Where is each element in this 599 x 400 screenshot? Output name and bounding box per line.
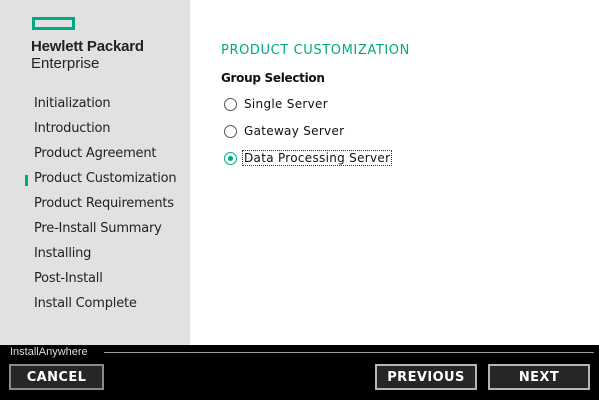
step-initialization: Initialization [34,96,111,111]
radio-gateway-server[interactable]: Gateway Server [224,123,345,139]
current-step-indicator [25,175,28,186]
step-post-install: Post-Install [34,271,103,286]
step-introduction: Introduction [34,121,111,136]
logo-text-line1: Hewlett Packard [31,38,144,55]
radio-button-selected-icon[interactable] [224,151,237,165]
step-install-complete: Install Complete [34,296,137,311]
radio-data-processing-server[interactable]: Data Processing Server [224,150,393,166]
radio-label[interactable]: Single Server [243,97,329,111]
footer-divider [104,352,594,353]
radio-single-server[interactable]: Single Server [224,96,329,112]
hpe-logo-mark [32,17,75,30]
step-product-agreement: Product Agreement [34,146,157,161]
step-product-requirements: Product Requirements [34,196,174,211]
cancel-button[interactable]: CANCEL [9,364,104,390]
step-installing: Installing [34,246,92,261]
radio-label[interactable]: Gateway Server [243,124,345,138]
group-selection-label: Group Selection [221,71,325,85]
next-button[interactable]: NEXT [488,364,590,390]
page-title: PRODUCT CUSTOMIZATION [221,43,410,58]
radio-button-icon[interactable] [224,97,237,111]
step-product-customization: Product Customization [34,171,177,186]
radio-label[interactable]: Data Processing Server [241,150,393,166]
installer-footer: InstallAnywhere CANCEL PREVIOUS NEXT [0,345,599,400]
logo-text-line2: Enterprise [31,55,100,72]
previous-button[interactable]: PREVIOUS [375,364,477,390]
step-pre-install-summary: Pre-Install Summary [34,221,162,236]
radio-button-icon[interactable] [224,124,237,138]
installer-sidebar: Hewlett Packard Enterprise Initializatio… [0,0,190,345]
installanywhere-label: InstallAnywhere [10,346,88,358]
